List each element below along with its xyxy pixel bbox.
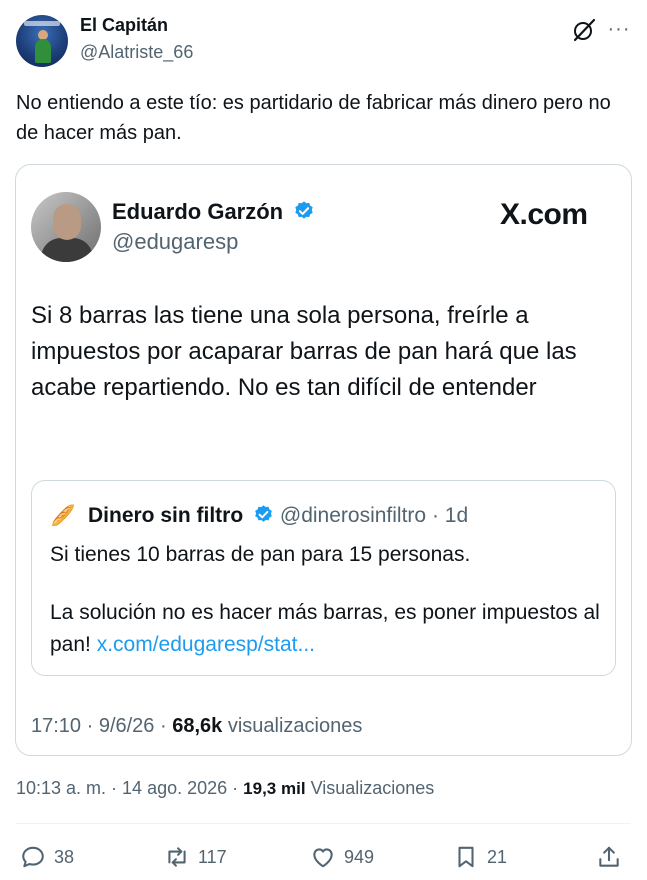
repost-count: 117	[198, 846, 227, 867]
nested-tweet-time[interactable]: · 1d	[432, 504, 468, 527]
quoted-views-count: 68,6k	[172, 715, 223, 737]
bookmark-icon	[458, 846, 474, 868]
avatar-figure	[35, 39, 51, 63]
tweet-meta: 10:13 a. m. · 14 ago. 2026 · 19,3 mil Vi…	[16, 778, 434, 799]
avatar-body	[41, 238, 93, 262]
nested-tweet-text-line1: Si tienes 10 barras de pan para 15 perso…	[50, 543, 471, 566]
like-count: 949	[344, 846, 375, 867]
quoted-author-name-text: Eduardo Garzón	[112, 199, 284, 224]
quoted-author-name[interactable]: Eduardo Garzón	[112, 199, 315, 225]
nested-tweet-link[interactable]: x.com/edugaresp/stat...	[97, 633, 315, 656]
reply-button[interactable]: 38	[20, 840, 74, 874]
bookmark-button[interactable]: 21	[453, 840, 507, 874]
author-avatar[interactable]	[16, 15, 68, 67]
quoted-views-label: visualizaciones	[227, 715, 363, 737]
nested-author-avatar-icon[interactable]: 🥖	[50, 503, 76, 529]
author-handle[interactable]: @Alatriste_66	[80, 42, 193, 63]
grok-icon[interactable]	[571, 17, 597, 43]
heart-icon	[313, 848, 333, 868]
quoted-tweet-card[interactable]: Eduardo Garzón @edugaresp X.com Si 8 bar…	[15, 164, 632, 756]
bookmark-count: 21	[487, 846, 508, 867]
tweet-text: No entiendo a este tío: es partidario de…	[16, 92, 611, 144]
tweet-views-label: Visualizaciones	[310, 778, 435, 798]
divider	[16, 823, 631, 824]
like-button[interactable]: 949	[310, 840, 374, 874]
quoted-author-handle[interactable]: @edugaresp	[112, 229, 238, 255]
tweet-timestamp[interactable]: 10:13 a. m. · 14 ago. 2026 ·	[16, 778, 238, 798]
repost-icon	[168, 847, 186, 867]
nested-tweet-text-line2: La solución no es hacer más barras, es p…	[50, 597, 610, 661]
nested-author-handle[interactable]: @dinerosinfiltro	[280, 504, 426, 527]
avatar-face	[53, 204, 81, 240]
nested-author-name[interactable]: Dinero sin filtro	[88, 504, 243, 527]
nested-tweet-header: Dinero sin filtro @dinerosinfiltro · 1d	[88, 504, 468, 528]
quoted-timestamp[interactable]: 17:10 · 9/6/26 ·	[31, 715, 167, 737]
share-icon	[599, 846, 619, 867]
verified-badge-icon	[255, 505, 272, 522]
more-options-icon[interactable]: ···	[607, 18, 631, 40]
tweet-views-count: 19,3 mil	[243, 779, 306, 798]
quoted-tweet-meta: 17:10 · 9/6/26 · 68,6k visualizaciones	[31, 715, 362, 738]
avatar-text-graphic	[24, 21, 60, 26]
share-button[interactable]	[596, 840, 630, 874]
repost-button[interactable]: 117	[164, 840, 227, 874]
quoted-tweet-text: Si 8 barras las tiene una sola persona, …	[31, 302, 577, 401]
verified-badge-icon	[295, 201, 313, 219]
quoted-author-avatar[interactable]	[31, 192, 101, 262]
x-com-logo: X.com	[500, 198, 588, 231]
author-name[interactable]: El Capitán	[80, 15, 168, 36]
reply-count: 38	[54, 846, 75, 867]
action-bar: 38 117 949 21	[16, 840, 631, 874]
reply-icon	[22, 846, 44, 868]
nested-quoted-tweet-card[interactable]: 🥖 Dinero sin filtro @dinerosinfiltro · 1…	[31, 480, 616, 676]
